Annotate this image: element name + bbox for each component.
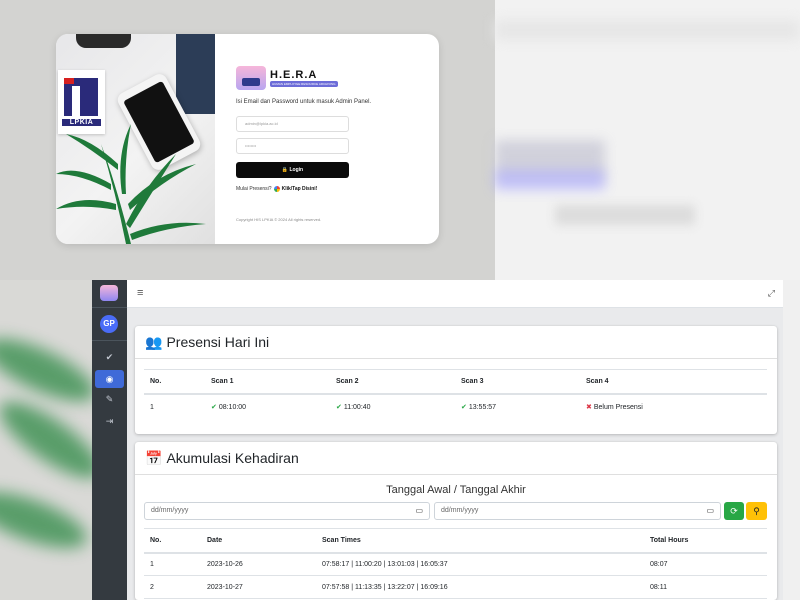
- sidebar: GP ✔ ◉ ✎ ⇥: [92, 280, 127, 600]
- check-icon: ✔: [211, 404, 217, 411]
- login-button-label: Login: [289, 167, 304, 173]
- copyright-text: Copyright HIS LPKIA © 2024 All rights re…: [236, 217, 322, 222]
- x-circle-icon: ✖: [586, 404, 592, 411]
- scan2-time: 11:00:40: [343, 404, 371, 411]
- login-button[interactable]: 🔒 Login: [236, 162, 349, 178]
- row-date: 2023-10-26: [201, 552, 316, 576]
- search-button[interactable]: ⚲: [746, 502, 767, 520]
- akumulasi-title: Akumulasi Kehadiran: [166, 450, 299, 466]
- login-form: H.E.R.A HUMAN EMPLOYEE RESOURCE ARCHIVIN…: [236, 34, 426, 244]
- presensi-table: No. Scan 1 Scan 2 Scan 3 Scan 4 1 ✔ 08:1…: [144, 369, 767, 420]
- presensi-link-row: Mulai Presensi? Klik/Tap Disini!: [236, 186, 317, 192]
- brand: H.E.R.A HUMAN EMPLOYEE RESOURCE ARCHIVIN…: [236, 66, 338, 90]
- presensi-title: Presensi Hari Ini: [166, 334, 270, 350]
- start-date-input[interactable]: dd/mm/yyyy ▭: [144, 502, 430, 520]
- sidebar-item-presensi[interactable]: ✔: [95, 348, 124, 366]
- password-field[interactable]: ••••••••: [236, 138, 349, 154]
- akumulasi-card: 📅 Akumulasi Kehadiran Tanggal Awal / Tan…: [135, 442, 777, 600]
- background-blurred-page: [495, 0, 800, 280]
- row-no: 1: [144, 552, 201, 576]
- sign-out-icon: ⇥: [105, 416, 114, 426]
- start-date-placeholder: dd/mm/yyyy: [151, 507, 189, 514]
- refresh-icon: ⟳: [730, 506, 738, 516]
- menu-toggle-icon[interactable]: ≡: [137, 287, 143, 299]
- scan4-status: Belum Presensi: [593, 404, 643, 411]
- col-scan3: Scan 3: [455, 369, 580, 395]
- presensi-link[interactable]: Klik/Tap Disini!: [282, 186, 318, 192]
- end-date-placeholder: dd/mm/yyyy: [441, 507, 479, 514]
- sidebar-item-logout[interactable]: ⇥: [95, 412, 124, 430]
- login-instruction: Isi Email dan Password untuk masuk Admin…: [236, 99, 372, 105]
- scrollbar-track[interactable]: [783, 280, 800, 600]
- lock-icon: 🔒: [281, 167, 289, 173]
- presensi-prefix: Mulai Presensi?: [236, 186, 272, 192]
- row-total-hours: 08:11: [644, 575, 767, 599]
- table-row: 1 2023-10-26 07:58:17 | 11:00:20 | 13:01…: [144, 552, 767, 576]
- calendar-icon[interactable]: ▭: [706, 503, 714, 519]
- google-icon: [273, 186, 280, 192]
- row-scan-times: 07:57:58 | 11:13:35 | 13:22:07 | 16:09:1…: [316, 575, 644, 599]
- user-clock-icon: 👥: [145, 333, 163, 350]
- fullscreen-icon[interactable]: ⤢: [768, 288, 775, 299]
- table-row: 2 2023-10-27 07:57:58 | 11:13:35 | 13:22…: [144, 575, 767, 599]
- sidebar-item-view[interactable]: ◉: [95, 370, 124, 388]
- avatar[interactable]: GP: [100, 315, 118, 333]
- calendar-icon[interactable]: ▭: [415, 503, 423, 519]
- app-logo-icon[interactable]: [100, 285, 118, 301]
- hera-logo-icon: [236, 66, 266, 90]
- check-icon: ✔: [461, 404, 467, 411]
- row-scan-times: 07:58:17 | 11:00:20 | 13:01:03 | 16:05:3…: [316, 552, 644, 576]
- col-no: No.: [144, 369, 205, 395]
- col-date: Date: [201, 528, 316, 554]
- login-photo: LPKIA: [56, 34, 215, 244]
- scan3-time: 13:55:57: [468, 404, 497, 411]
- user-check-icon: ✎: [105, 394, 114, 404]
- col-scan4: Scan 4: [580, 369, 767, 395]
- email-field[interactable]: admin@lpkia.ac.id: [236, 116, 349, 132]
- col-scan-times: Scan Times: [316, 528, 644, 554]
- brand-title: H.E.R.A: [270, 69, 318, 81]
- col-no: No.: [144, 528, 201, 554]
- search-icon: ⚲: [753, 506, 760, 516]
- end-date-input[interactable]: dd/mm/yyyy ▭: [434, 502, 721, 520]
- refresh-button[interactable]: ⟳: [724, 502, 744, 520]
- row-date: 2023-10-27: [201, 575, 316, 599]
- col-scan1: Scan 1: [205, 369, 330, 395]
- leaf-image: [56, 124, 206, 244]
- check-circle-icon: ✔: [105, 352, 114, 362]
- eye-icon: ◉: [105, 374, 114, 384]
- row-total-hours: 08:07: [644, 552, 767, 576]
- col-scan2: Scan 2: [330, 369, 455, 395]
- brand-subtitle: HUMAN EMPLOYEE RESOURCE ARCHIVING: [270, 81, 338, 87]
- row-no: 2: [144, 575, 201, 599]
- calendar-check-icon: 📅: [145, 449, 163, 466]
- sidebar-item-user-check[interactable]: ✎: [95, 390, 124, 408]
- row-no: 1: [150, 403, 154, 411]
- range-title: Tanggal Awal / Tanggal Akhir: [386, 484, 526, 496]
- col-total-hours: Total Hours: [644, 528, 767, 554]
- scan1-time: 08:10:00: [218, 404, 247, 411]
- akumulasi-table: No. Date Scan Times Total Hours 1 2023-1…: [144, 528, 767, 599]
- background-blurred-leaves: [0, 280, 92, 600]
- presensi-card: 👥 Presensi Hari Ini No. Scan 1 Scan 2 Sc…: [135, 326, 777, 434]
- check-icon: ✔: [336, 404, 342, 411]
- table-row: 1 ✔ 08:10:00 ✔ 11:00:40 ✔ 13:55:57 ✖ Bel…: [144, 394, 767, 420]
- login-card: LPKIA H.E.R.A HUMAN EMPLOYEE RESOURCE AR…: [56, 34, 439, 244]
- topbar: ≡ ⤢: [127, 280, 783, 308]
